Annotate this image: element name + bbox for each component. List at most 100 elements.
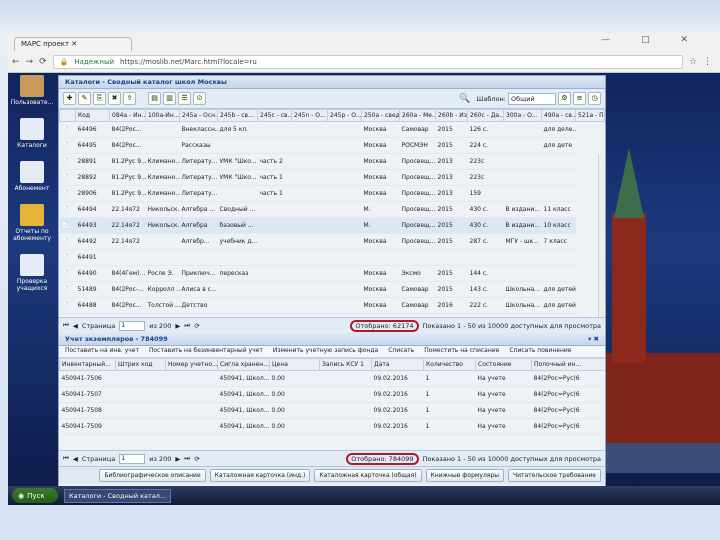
operation-link[interactable]: Списать xyxy=(388,347,414,356)
column-header[interactable]: Цена xyxy=(269,358,320,371)
column-header[interactable]: Полочный ин... xyxy=(531,358,605,371)
column-header[interactable]: 245c - св... xyxy=(257,109,292,122)
back-icon[interactable]: ← xyxy=(12,57,20,67)
column-header[interactable]: 260b - Из... xyxy=(435,109,468,122)
page-input[interactable]: 1 xyxy=(119,320,146,331)
refresh-icon[interactable]: ⟳ xyxy=(194,322,199,330)
refresh-icon[interactable]: ⟳ xyxy=(194,455,199,463)
column-header[interactable]: 084a - Ин... xyxy=(109,109,146,122)
last-page-icon[interactable]: ⏭ xyxy=(184,321,190,330)
table-cell xyxy=(327,233,362,250)
column-header[interactable]: 260c - Да... xyxy=(467,109,504,122)
url-input[interactable]: 🔒 Надежный https://moslib.net/Marc.html?… xyxy=(52,55,683,69)
catalog-icon[interactable]: ▥ xyxy=(163,92,176,105)
prev-page-icon[interactable]: ◀ xyxy=(73,322,78,330)
collapse-icon[interactable]: ▾ ✖ xyxy=(588,335,599,343)
operation-link[interactable]: Поместить на списание xyxy=(424,347,499,356)
book-icon[interactable]: ▤ xyxy=(148,92,161,105)
table-row[interactable]: 450941-7509 450941, Школ... 0.00 09.02.2016… xyxy=(59,418,605,435)
next-page-icon[interactable]: ▶ xyxy=(175,455,180,463)
column-header[interactable]: 245n - О... xyxy=(291,109,328,122)
bottom-button[interactable]: Читательское требование xyxy=(507,469,601,482)
desktop-icon-catalogs[interactable]: Каталоги xyxy=(8,118,56,149)
column-header[interactable]: Дата xyxy=(371,358,424,371)
table-cell: 0.00 xyxy=(269,386,320,403)
table-row[interactable]: 📄 51489 84(2Рос-... Корролл ... Алиса в с...… xyxy=(59,281,605,298)
column-header[interactable]: 245a - Осн... xyxy=(179,109,218,122)
browser-tab[interactable]: МАРС проект ✕ xyxy=(14,37,132,51)
desktop-icon-loan[interactable]: Абонемент xyxy=(8,161,56,192)
column-header[interactable]: 245p - О... xyxy=(327,109,362,122)
last-page-icon[interactable]: ⏭ xyxy=(184,454,190,463)
column-header[interactable] xyxy=(59,109,76,122)
table-row[interactable]: 📄6449322.14я72Никольск...Алгебрабазовый … xyxy=(59,217,605,234)
column-header[interactable]: Инвентарный... xyxy=(59,358,116,371)
table-row[interactable]: 📄 64491 xyxy=(59,249,605,266)
column-header[interactable]: 245b - св... xyxy=(217,109,258,122)
forward-icon[interactable]: → xyxy=(26,57,34,67)
next-page-icon[interactable]: ▶ xyxy=(175,322,180,330)
operation-link[interactable]: Поставить на безинвентарный учет xyxy=(149,347,263,356)
table-row[interactable]: 450941-7507 450941, Школ... 0.00 09.02.2016… xyxy=(59,386,605,403)
list-icon[interactable]: ☰ xyxy=(178,92,191,105)
star-icon[interactable]: ☆ xyxy=(689,57,697,67)
clock-icon[interactable]: ◷ xyxy=(588,92,601,105)
catalog-scrollbar[interactable] xyxy=(598,155,605,317)
table-row[interactable]: 📄 64490 84(4Гем)... Росле Э. Приключ... перес… xyxy=(59,265,605,282)
desktop-icon-check[interactable]: Проверка учащихся xyxy=(8,254,56,292)
table-cell xyxy=(503,185,542,202)
table-row[interactable]: 📄 64495 84(2Рос... Рассказы Москва РОСМЭН 2015… xyxy=(59,137,605,154)
desktop-icon-users[interactable]: Пользовате... xyxy=(8,75,56,106)
table-row[interactable]: 📄 28906 81.2Рус 9... Климано... Литерату... ч… xyxy=(59,185,605,202)
reload-icon[interactable]: ⟳ xyxy=(39,57,47,67)
settings-icon[interactable]: ⚙ xyxy=(558,92,571,105)
filter-icon[interactable]: ≡ xyxy=(573,92,586,105)
prev-page-icon[interactable]: ◀ xyxy=(73,455,78,463)
bottom-button[interactable]: Библиографическое описание xyxy=(99,469,206,482)
taskbar-item[interactable]: Каталоги - Сводный катал... xyxy=(64,488,172,503)
column-header[interactable]: Код xyxy=(75,109,110,122)
search-icon[interactable]: 🔍 xyxy=(459,94,470,104)
table-row[interactable]: 📄 64496 84(2Рос... Внеклассн... для 5 кл. Мос… xyxy=(59,121,605,138)
table-cell: для детей... xyxy=(541,281,576,298)
table-row[interactable]: 📄 64492 22.14я72 Алгебр... учебник д... Москв… xyxy=(59,233,605,250)
table-row[interactable]: 📄 28892 81.2Рус 9... Климано... Литерату... У… xyxy=(59,169,605,186)
desktop-icon-reports[interactable]: Отчеты по абонементу xyxy=(8,204,56,242)
table-row[interactable]: 📄 64488 84(2Рос... Толстой ... Детство Москва… xyxy=(59,297,605,314)
column-header[interactable]: Номер учетно... xyxy=(165,358,218,371)
column-header[interactable]: 490a - св... xyxy=(541,109,576,122)
table-row[interactable]: 450941-7508 450941, Школ... 0.00 09.02.2016… xyxy=(59,402,605,419)
copy-icon[interactable]: ⎘ xyxy=(93,92,106,105)
column-header[interactable]: Количество xyxy=(423,358,476,371)
add-icon[interactable]: ✚ xyxy=(63,92,76,105)
first-page-icon[interactable]: ⏮ xyxy=(63,321,69,330)
column-header[interactable]: 260a - Ме... xyxy=(399,109,436,122)
column-header[interactable]: 250a - свед... xyxy=(361,109,400,122)
bottom-button[interactable]: Каталожная карточка (общая) xyxy=(314,469,422,482)
start-button[interactable]: ◉ Пуск xyxy=(12,488,58,503)
operation-link[interactable]: Поставить на инв. учет xyxy=(65,347,139,356)
operation-link[interactable]: Изменить учетную запись фонда xyxy=(273,347,378,356)
table-row[interactable]: 📄 28891 81.2Рус 9... Климано... Литерату... У… xyxy=(59,153,605,170)
first-page-icon[interactable]: ⏮ xyxy=(63,454,69,463)
bottom-button[interactable]: Книжные формуляры xyxy=(425,469,504,482)
binoculars-icon[interactable]: ⊙ xyxy=(193,92,206,105)
column-header[interactable]: Сигла хранен... xyxy=(217,358,270,371)
column-header[interactable]: 100a-Ин... xyxy=(145,109,180,122)
column-header[interactable]: Состояние xyxy=(475,358,532,371)
export-icon[interactable]: ⇪ xyxy=(123,92,136,105)
column-header[interactable]: Штрих код xyxy=(115,358,166,371)
column-header[interactable]: Запись КСУ 1 xyxy=(319,358,372,371)
edit-icon[interactable]: ✎ xyxy=(78,92,91,105)
template-select[interactable]: Общий xyxy=(508,92,556,105)
column-header[interactable]: 521a - П... xyxy=(575,109,605,122)
table-row[interactable]: 450941-7506 450941, Школ... 0.00 09.02.2016… xyxy=(59,370,605,387)
window-controls[interactable]: — □ ✕ xyxy=(601,35,702,45)
operation-link[interactable]: Списать повинение xyxy=(509,347,571,356)
delete-icon[interactable]: ✖ xyxy=(108,92,121,105)
menu-icon[interactable]: ⋮ xyxy=(703,57,712,67)
page-input[interactable]: 1 xyxy=(119,453,146,464)
table-row[interactable]: 📄6449422.14я72Никольск...Алгебра ...Свод… xyxy=(59,201,605,218)
column-header[interactable]: 300a - О... xyxy=(503,109,542,122)
bottom-button[interactable]: Каталожная карточка (инд.) xyxy=(209,469,311,482)
